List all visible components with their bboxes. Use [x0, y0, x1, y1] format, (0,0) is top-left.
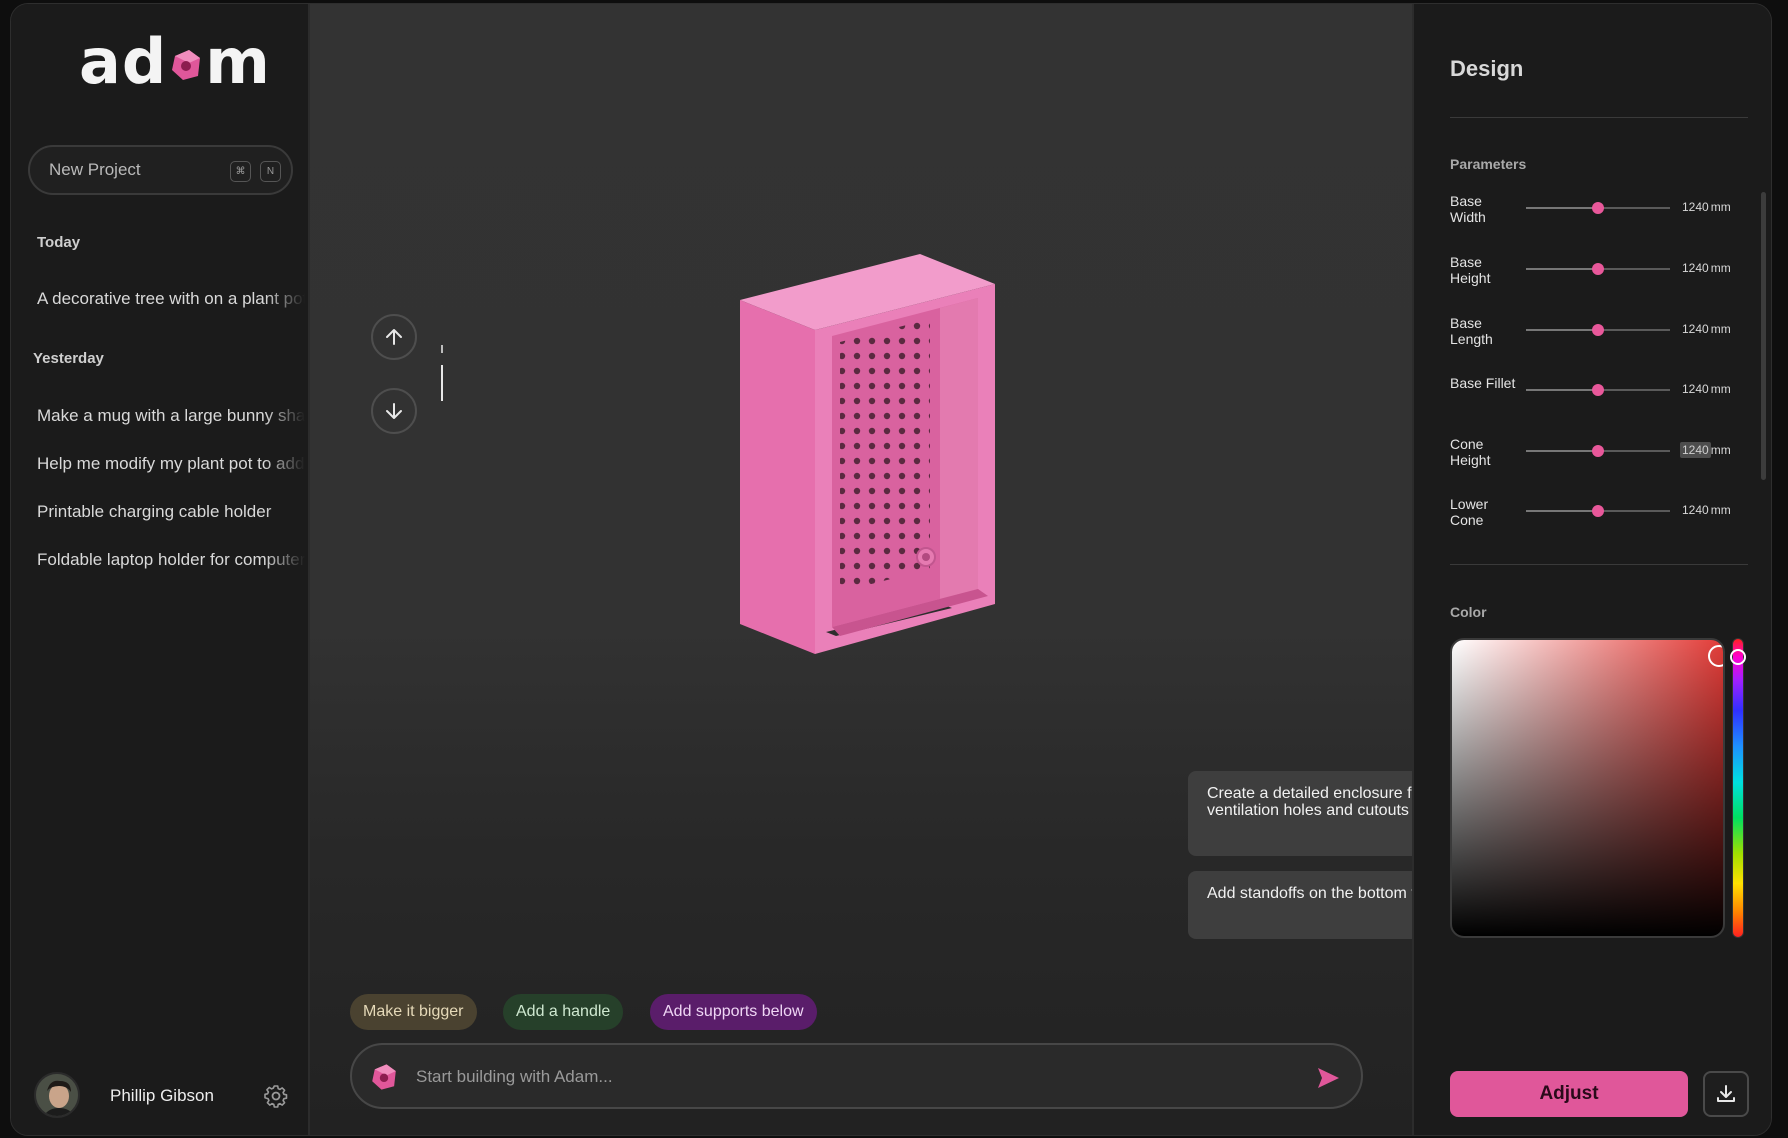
new-project-label: New Project: [49, 160, 141, 179]
shortcut-cmd-key: ⌘: [230, 161, 251, 182]
param-base-width: Base Width 1240 mm: [1450, 193, 1748, 233]
3d-model-enclosure[interactable]: [730, 244, 1030, 664]
version-indicator: [441, 345, 443, 401]
next-version-button[interactable]: [371, 388, 417, 434]
history-item[interactable]: Make a mug with a large bunny shaped han…: [37, 406, 305, 426]
suggestion-chip[interactable]: Make it bigger: [350, 994, 477, 1030]
color-label: Color: [1450, 604, 1487, 620]
panel-title: Design: [1450, 56, 1524, 81]
logo-mark-icon: [172, 50, 201, 80]
param-name: Base Width: [1450, 193, 1486, 225]
logo-text-right: m: [205, 25, 271, 98]
prompt-bar: [350, 1043, 1363, 1109]
history-item[interactable]: A decorative tree with on a plant pot: [37, 289, 305, 309]
slider-thumb[interactable]: [1592, 202, 1604, 214]
param-name: Base Fillet: [1450, 375, 1516, 391]
previous-version-button[interactable]: [371, 314, 417, 360]
param-base-fillet: Base Fillet 1240 mm: [1450, 375, 1748, 415]
slider-thumb[interactable]: [1592, 505, 1604, 517]
user-avatar[interactable]: [34, 1072, 80, 1118]
param-slider[interactable]: [1526, 263, 1670, 275]
logo-text-left: ad: [79, 25, 168, 98]
param-value[interactable]: 1240 mm: [1680, 503, 1731, 517]
adjust-button[interactable]: Adjust: [1450, 1071, 1688, 1117]
param-name: Lower Cone: [1450, 496, 1489, 528]
send-icon[interactable]: [1314, 1064, 1342, 1092]
history-item[interactable]: Help me modify my plant pot to add drain…: [37, 454, 305, 474]
slider-thumb[interactable]: [1592, 445, 1604, 457]
slider-thumb[interactable]: [1592, 324, 1604, 336]
param-slider[interactable]: [1526, 384, 1670, 396]
divider: [1450, 117, 1748, 118]
yesterday-section-label: Yesterday: [33, 350, 104, 367]
hue-slider[interactable]: [1732, 638, 1744, 938]
model-viewport[interactable]: Create a detailed enclosure for a Raspbe…: [310, 4, 1662, 1135]
hue-slider-handle[interactable]: [1730, 649, 1746, 665]
param-name: Cone Height: [1450, 436, 1491, 468]
param-value[interactable]: 1240 mm: [1680, 442, 1731, 458]
suggestion-chip[interactable]: Add supports below: [650, 994, 817, 1030]
gear-icon[interactable]: [264, 1084, 288, 1108]
adam-logo[interactable]: ad m: [79, 25, 271, 98]
divider: [1450, 564, 1748, 565]
app-window: ad m New Project ⌘ N Today A decorative …: [10, 3, 1772, 1136]
history-item[interactable]: Printable charging cable holder: [37, 502, 305, 522]
sidebar: ad m New Project ⌘ N Today A decorative …: [11, 4, 310, 1135]
adam-mark-icon: [372, 1064, 396, 1090]
param-name: Base Height: [1450, 254, 1491, 286]
slider-thumb[interactable]: [1592, 384, 1604, 396]
parameters-scrollbar[interactable]: [1761, 192, 1766, 480]
param-lower-cone: Lower Cone 1240 mm: [1450, 496, 1748, 536]
user-profile[interactable]: Phillip Gibson: [34, 1072, 294, 1122]
slider-thumb[interactable]: [1592, 263, 1604, 275]
param-slider[interactable]: [1526, 445, 1670, 457]
param-value[interactable]: 1240 mm: [1680, 261, 1731, 275]
param-value[interactable]: 1240 mm: [1680, 382, 1731, 396]
param-slider[interactable]: [1526, 324, 1670, 336]
param-slider[interactable]: [1526, 505, 1670, 517]
color-saturation-picker[interactable]: [1450, 638, 1725, 938]
param-value[interactable]: 1240 mm: [1680, 200, 1731, 214]
new-project-button[interactable]: New Project ⌘ N: [28, 145, 293, 195]
parameters-label: Parameters: [1450, 156, 1527, 172]
download-button[interactable]: [1703, 1071, 1749, 1117]
arrow-down-icon: [386, 403, 402, 419]
param-cone-height: Cone Height 1240 mm: [1450, 436, 1748, 476]
param-name: Base Length: [1450, 315, 1493, 347]
param-base-length: Base Length 1240 mm: [1450, 315, 1748, 355]
design-panel: Design Parameters Base Width 1240 mm Base…: [1412, 4, 1771, 1135]
suggestion-chip[interactable]: Add a handle: [503, 994, 624, 1030]
history-item[interactable]: Foldable laptop holder for computer desk…: [37, 550, 305, 570]
user-name: Phillip Gibson: [110, 1086, 214, 1105]
param-base-height: Base Height 1240 mm: [1450, 254, 1748, 294]
download-icon: [1717, 1085, 1735, 1102]
param-value[interactable]: 1240 mm: [1680, 322, 1731, 336]
prompt-input[interactable]: [416, 1063, 1276, 1091]
param-slider[interactable]: [1526, 202, 1670, 214]
shortcut-n-key: N: [260, 161, 281, 182]
arrow-up-icon: [386, 329, 402, 345]
today-section-label: Today: [37, 234, 81, 251]
color-picker-handle[interactable]: [1708, 645, 1723, 667]
